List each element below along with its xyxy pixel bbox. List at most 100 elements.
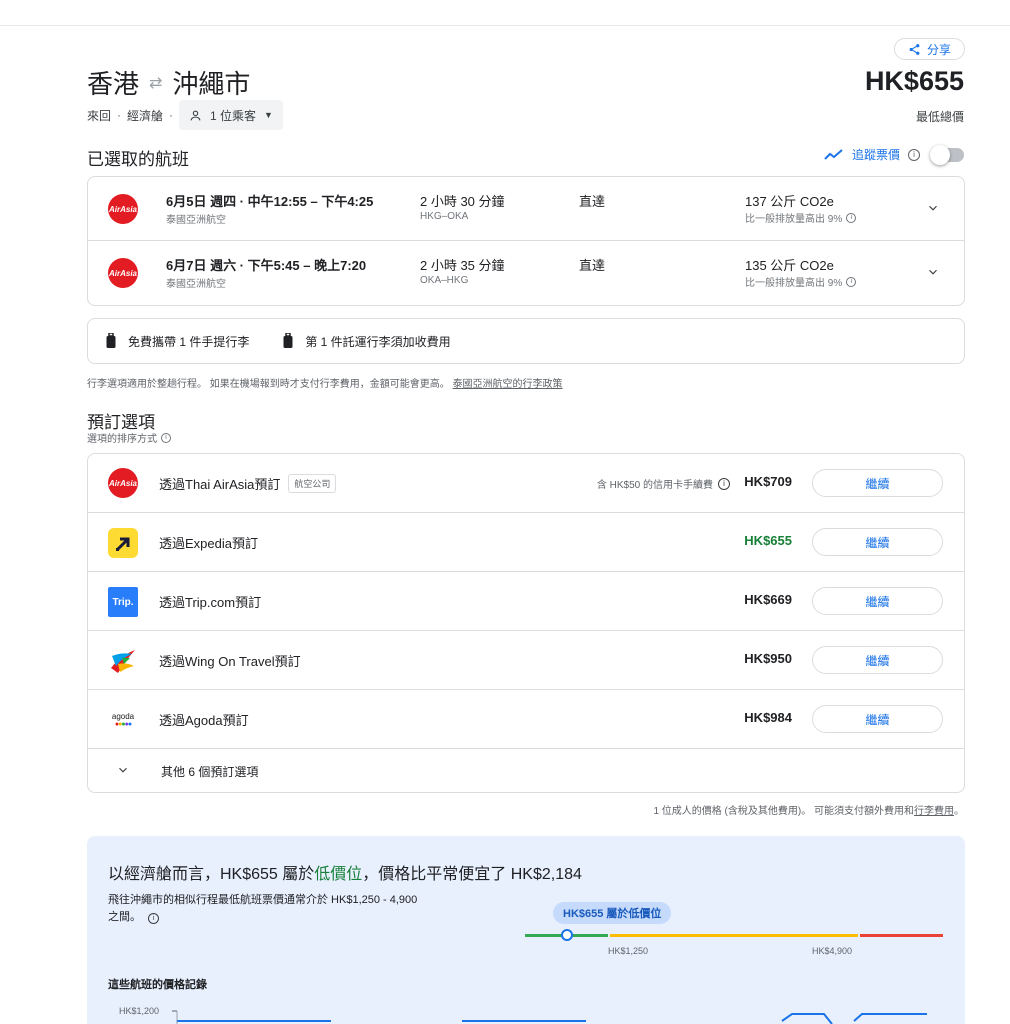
info-icon[interactable]: i [846, 276, 857, 287]
headline-post: ，價格比平常便宜了 HK$2,184 [362, 866, 582, 883]
share-label: 分享 [926, 42, 951, 57]
emissions-note-text: 比一般排放量高出 9% [745, 278, 843, 289]
range-high-label: HK$4,900 [812, 946, 853, 956]
flight-time: 6月7日 週六 · 下午5:45 – 晚上7:20 [166, 258, 367, 273]
chevron-down-icon[interactable] [926, 201, 940, 215]
range-high-segment [860, 934, 943, 937]
baggage-note-text: 行李選項適用於整趟行程。 如果在機場報到時才支付行李費用，金額可能會更高。 [87, 379, 450, 390]
range-typical-segment [610, 934, 858, 937]
lowest-price-note: 最低總價 [915, 110, 964, 124]
info-icon[interactable]: i [148, 913, 160, 924]
track-label: 追蹤票價 [851, 148, 900, 162]
booking-provider: 透過Agoda預訂 [159, 710, 249, 729]
flight-row[interactable]: AirAsia 6月5日 週四 · 中午12:55 – 下午4:25 泰國亞洲航… [88, 177, 964, 241]
provider-name: 透過Trip.com預訂 [159, 595, 262, 610]
top-divider [0, 25, 1010, 26]
selected-flights-card: AirAsia 6月5日 週四 · 中午12:55 – 下午4:25 泰國亞洲航… [87, 176, 965, 306]
carry-on-item: 免費攜帶 1 件手提行李 [106, 333, 249, 350]
history-y-label: HK$1,200 [119, 1006, 160, 1016]
price-insight-headline: 以經濟艙而言，HK$655 屬於低價位，價格比平常便宜了 HK$2,184 [108, 860, 582, 884]
cabin-class: 經濟艙 [127, 108, 164, 123]
info-icon[interactable]: i [161, 432, 171, 443]
booking-option-row: agoda ●●●●● 透過Agoda預訂 HK$984 繼續 [88, 690, 964, 749]
chevron-down-icon[interactable] [926, 265, 940, 279]
agoda-logo-text: agoda [111, 712, 135, 721]
checked-bag-icon [283, 333, 293, 348]
more-options-row[interactable]: 其他 6 個預訂選項 [88, 749, 964, 792]
booking-price: HK$709 [744, 474, 792, 489]
emissions-note: 比一般排放量高出 9% i [745, 210, 857, 225]
baggage-info: 免費攜帶 1 件手提行李 第 1 件託運行李須加收費用 [87, 318, 965, 364]
flight-duration: 2 小時 35 分鐘 [420, 258, 505, 273]
selected-flights-title: 已選取的航班 [87, 150, 189, 169]
flight-route: OKA–HKG [420, 275, 469, 286]
carry-on-text: 免費攜帶 1 件手提行李 [128, 334, 250, 349]
continue-button[interactable]: 繼續 [812, 528, 943, 556]
expedia-logo [108, 528, 138, 558]
booking-option-row: AirAsia 透過Thai AirAsia預訂 航空公司 含 HK$50 的信… [88, 454, 964, 513]
flight-row[interactable]: AirAsia 6月7日 週六 · 下午5:45 – 晚上7:20 泰國亞洲航空… [88, 241, 964, 305]
origin-city: 香港 [87, 69, 140, 99]
trip-type: 來回 [87, 108, 112, 123]
flight-emissions: 137 公斤 CO2e [745, 194, 834, 209]
share-button[interactable]: 分享 [894, 38, 965, 60]
booking-price: HK$950 [744, 651, 792, 666]
booking-price: HK$669 [744, 592, 792, 607]
emissions-note-text: 比一般排放量高出 9% [745, 214, 843, 225]
baggage-policy-link[interactable]: 泰國亞洲航空的行李政策 [453, 379, 563, 390]
continue-button[interactable]: 繼續 [812, 469, 943, 497]
separator: · [169, 108, 174, 122]
booking-option-row: Trip. 透過Trip.com預訂 HK$669 繼續 [88, 572, 964, 631]
price-level-badge: HK$655 屬於低價位 [553, 902, 672, 924]
provider-name: 透過Expedia預訂 [159, 536, 258, 551]
passenger-selector[interactable]: 1 位乘客 ▼ [179, 100, 283, 130]
checked-bag-text: 第 1 件託運行李須加收費用 [305, 334, 451, 349]
booking-price: HK$984 [744, 710, 792, 725]
disclaimer-end: 。 [954, 806, 964, 817]
continue-button[interactable]: 繼續 [812, 646, 943, 674]
flight-emissions: 135 公斤 CO2e [745, 258, 834, 273]
person-icon [190, 110, 201, 120]
trend-icon [824, 148, 843, 160]
trip-meta: 來回 · 經濟艙 · 1 位乘客 ▼ [87, 100, 283, 130]
info-icon[interactable]: i [908, 148, 920, 161]
price-disclaimer: 1 位成人的價格 (含稅及其他費用)。 可能須支付額外費用和行李費用。 [653, 802, 964, 817]
carry-on-bag-icon [106, 333, 116, 348]
price-history-title: 這些航班的價格記錄 [108, 979, 207, 991]
flight-duration: 2 小時 30 分鐘 [420, 194, 505, 209]
booking-option-row: 透過Wing On Travel預訂 HK$950 繼續 [88, 631, 964, 690]
sort-method-text: 選項的排序方式 [87, 434, 157, 445]
disclaimer-text: 1 位成人的價格 (含稅及其他費用)。 可能須支付額外費用和 [653, 806, 914, 817]
passenger-count: 1 位乘客 [210, 108, 257, 123]
continue-button[interactable]: 繼續 [812, 705, 943, 733]
info-icon[interactable]: i [846, 212, 857, 223]
continue-button[interactable]: 繼續 [812, 587, 943, 615]
checked-bag-item: 第 1 件託運行李須加收費用 [283, 333, 451, 350]
separator: · [117, 108, 122, 122]
flight-airline: 泰國亞洲航空 [166, 279, 226, 290]
airasia-logo: AirAsia [108, 468, 138, 498]
flight-stops: 直達 [579, 194, 606, 209]
booking-option-row: 透過Expedia預訂 HK$655 繼續 [88, 513, 964, 572]
more-options-label: 其他 6 個預訂選項 [161, 765, 259, 779]
dropdown-caret-icon: ▼ [264, 110, 273, 120]
price-insights-panel: 以經濟艙而言，HK$655 屬於低價位，價格比平常便宜了 HK$2,184 飛往… [87, 836, 965, 1024]
agoda-logo: agoda ●●●●● [108, 705, 138, 735]
airasia-logo: AirAsia [108, 258, 138, 288]
headline-low: 低價位 [314, 866, 363, 883]
info-icon[interactable]: i [718, 477, 730, 490]
flight-airline: 泰國亞洲航空 [166, 215, 226, 226]
track-toggle[interactable] [930, 144, 964, 165]
route-title: 香港 ⇄ 沖繩市 [87, 64, 250, 101]
flight-time: 6月5日 週四 · 中午12:55 – 下午4:25 [166, 194, 374, 209]
chevron-down-icon [119, 767, 127, 773]
emissions-note: 比一般排放量高出 9% i [745, 274, 857, 289]
card-fee-text: 含 HK$50 的信用卡手續費 [596, 480, 713, 491]
airline-tag: 航空公司 [288, 474, 337, 493]
price-range-description: 飛往沖繩市的相似行程最低航班票價通常介於 HK$1,250 - 4,900 之間… [108, 892, 428, 926]
baggage-fee-link[interactable]: 行李費用 [914, 806, 954, 817]
airasia-logo: AirAsia [108, 194, 138, 224]
provider-name: 透過Thai AirAsia預訂 [159, 477, 281, 492]
booking-price: HK$655 [744, 533, 792, 548]
card-fee-note: 含 HK$50 的信用卡手續費 i [597, 476, 730, 491]
